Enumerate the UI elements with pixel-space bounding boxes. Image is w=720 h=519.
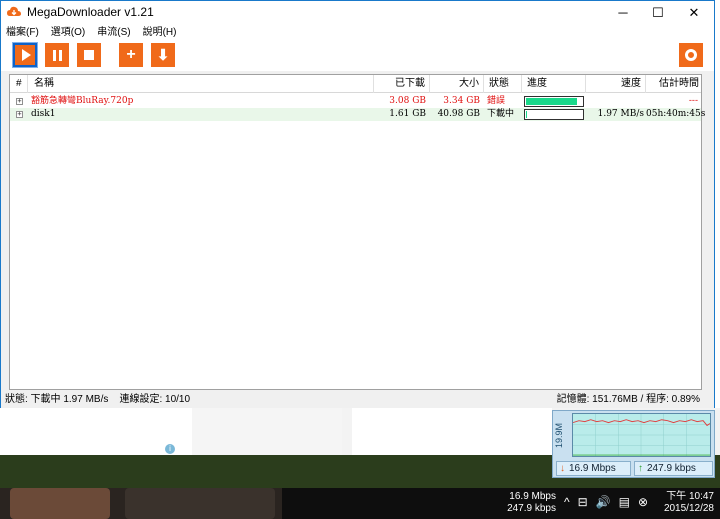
thumbnail-image <box>10 488 110 519</box>
column-name[interactable]: 名稱 <box>28 75 374 93</box>
background-panel <box>0 408 192 455</box>
taskbar-netspeed[interactable]: 16.9 Mbps 247.9 kbps <box>500 491 556 515</box>
row-eta: --- <box>688 96 698 106</box>
app-window: MegaDownloader v1.21 ─ ☐ ✕ 檔案(F) 選項(O) 串… <box>0 0 715 408</box>
close-button[interactable]: ✕ <box>678 1 710 24</box>
start-button[interactable] <box>12 42 38 68</box>
status-bar: 狀態: 下載中 1.97 MB/s 連線設定: 10/10 記憶體: 151.7… <box>1 392 714 408</box>
memory-usage: 記憶體: 151.76MB / 程序: 0.89% <box>556 394 700 405</box>
row-name: disk1 <box>31 109 56 119</box>
row-status: 下載中 <box>487 109 515 119</box>
upload-rate-value: 247.9 kbps <box>647 463 696 474</box>
column-downloaded[interactable]: 已下載 <box>374 75 430 93</box>
row-downloaded: 1.61 GB <box>389 109 426 119</box>
menu-bar: 檔案(F) 選項(O) 串流(S) 說明(H) <box>1 24 714 41</box>
menu-help[interactable]: 說明(H) <box>143 24 177 41</box>
stop-icon <box>84 50 94 60</box>
add-link-button[interactable]: + <box>119 43 143 67</box>
background-panel <box>352 408 552 455</box>
column-size[interactable]: 大小 <box>430 75 484 93</box>
menu-streaming[interactable]: 串流(S) <box>97 24 130 41</box>
column-status[interactable]: 狀態 <box>484 75 522 93</box>
minimize-button[interactable]: ─ <box>607 1 639 24</box>
download-icon: ⬇ <box>156 46 170 64</box>
progress-bar <box>524 109 584 120</box>
row-downloaded: 3.08 GB <box>389 96 426 106</box>
thumbnail-image <box>125 488 275 519</box>
download-button[interactable]: ⬇ <box>151 43 175 67</box>
title-bar[interactable]: MegaDownloader v1.21 ─ ☐ ✕ <box>1 1 714 24</box>
column-number[interactable]: # <box>10 75 28 93</box>
menu-options[interactable]: 選項(O) <box>51 24 85 41</box>
row-speed: 1.97 MB/s <box>597 109 644 119</box>
notifications-icon[interactable]: ▤ <box>619 495 630 509</box>
system-tray: ^ ⊟ 🔊 ▤ ⊗ <box>564 495 648 509</box>
column-progress[interactable]: 進度 <box>522 75 586 93</box>
clock-time: 下午 10:47 <box>666 491 714 502</box>
show-hidden-icons-icon[interactable]: ^ <box>564 495 570 509</box>
taskbar-upload-speed: 247.9 kbps <box>507 503 556 514</box>
progress-bar <box>524 96 584 107</box>
status-text: 狀態: 下載中 1.97 MB/s 連線設定: 10/10 <box>5 394 191 405</box>
info-icon: i <box>165 444 175 454</box>
column-speed[interactable]: 速度 <box>586 75 646 93</box>
stop-button[interactable] <box>77 43 101 67</box>
add-icon: + <box>126 46 136 63</box>
download-rate: ↓ 16.9 Mbps <box>556 461 631 476</box>
clock-date: 2015/12/28 <box>663 503 714 514</box>
settings-icon <box>685 49 697 61</box>
row-size: 3.34 GB <box>443 96 480 106</box>
expand-icon[interactable]: + <box>16 98 23 105</box>
network-icon[interactable]: ⊟ <box>578 495 588 509</box>
cloud-icon <box>7 6 21 16</box>
menu-file[interactable]: 檔案(F) <box>6 24 39 41</box>
expand-icon[interactable]: + <box>16 111 23 118</box>
taskbar: 16.9 Mbps 247.9 kbps ^ ⊟ 🔊 ▤ ⊗ 下午 10:47 … <box>282 488 720 519</box>
pause-icon <box>52 49 62 61</box>
settings-button[interactable] <box>679 43 703 67</box>
maximize-button[interactable]: ☐ <box>642 1 674 24</box>
taskbar-download-speed: 16.9 Mbps <box>509 491 556 502</box>
row-eta: 05h:40m:45s <box>646 109 706 119</box>
download-row[interactable]: + 豁筋急轉彎BluRay.720p 3.08 GB 3.34 GB 錯誤 --… <box>10 95 701 108</box>
download-rate-value: 16.9 Mbps <box>569 463 616 474</box>
row-name: 豁筋急轉彎BluRay.720p <box>31 96 134 106</box>
upload-arrow-icon: ↑ <box>638 463 643 474</box>
row-speed <box>586 95 644 108</box>
list-header: # 名稱 已下載 大小 狀態 進度 速度 估計時間 <box>10 75 701 93</box>
bandwidth-graph <box>572 413 711 457</box>
download-row[interactable]: + disk1 1.61 GB 40.98 GB 下載中 1.97 MB/s 0… <box>10 108 706 121</box>
play-icon <box>21 49 31 61</box>
background-panel <box>192 408 342 455</box>
progress-fill <box>526 98 578 105</box>
pause-button[interactable] <box>45 43 69 67</box>
column-eta[interactable]: 估計時間 <box>646 75 701 93</box>
row-size: 40.98 GB <box>437 109 480 119</box>
network-monitor[interactable]: 19.9M ↓ 16.9 Mbps ↑ 247.9 kbps <box>552 410 715 478</box>
download-list[interactable]: # 名稱 已下載 大小 狀態 進度 速度 估計時間 + 豁筋急轉彎BluRay.… <box>9 74 706 390</box>
volume-icon[interactable]: 🔊 <box>596 495 611 509</box>
clock[interactable]: 下午 10:47 2015/12/28 <box>664 491 714 515</box>
graph-scale-label: 19.9M <box>554 422 564 448</box>
toolbar: + ⬇ <box>1 41 714 71</box>
row-status: 錯誤 <box>487 96 506 106</box>
upload-rate: ↑ 247.9 kbps <box>634 461 713 476</box>
download-arrow-icon: ↓ <box>560 463 565 474</box>
close-icon[interactable]: ⊗ <box>638 495 648 509</box>
window-title: MegaDownloader v1.21 <box>27 5 154 19</box>
